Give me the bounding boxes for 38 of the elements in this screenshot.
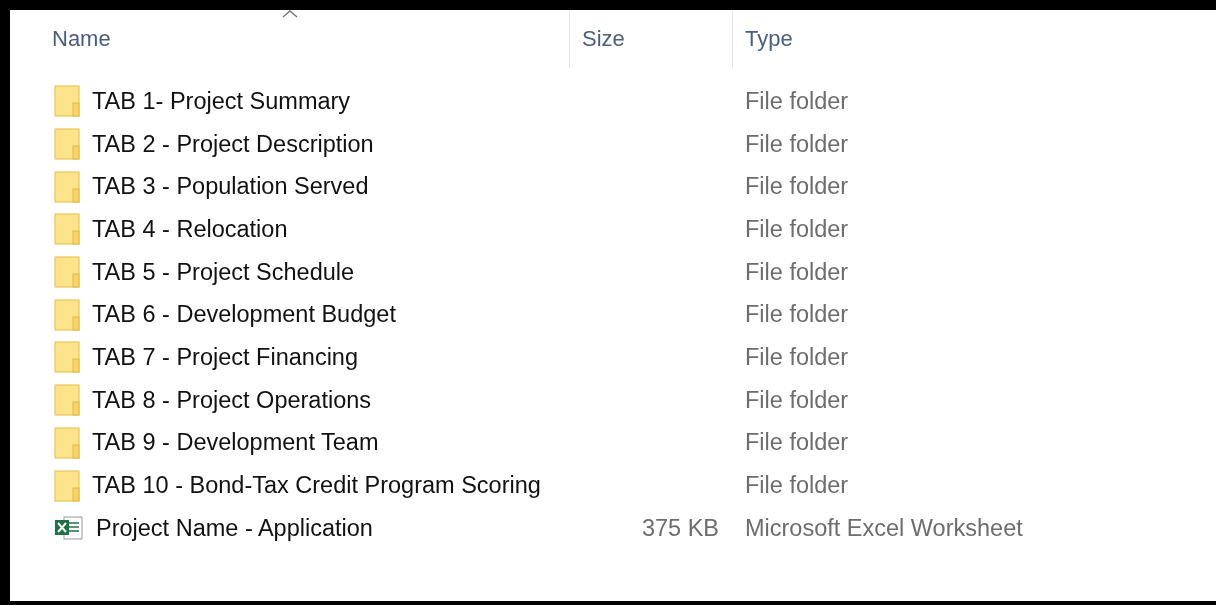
file-name[interactable]: Project Name - Application — [96, 514, 373, 542]
sort-caret-icon — [281, 10, 298, 18]
file-name[interactable]: TAB 7 - Project Financing — [92, 343, 358, 371]
file-type: File folder — [745, 215, 849, 242]
file-name[interactable]: TAB 9 - Development Team — [92, 429, 379, 457]
file-type: File folder — [745, 258, 849, 285]
file-type: File folder — [745, 429, 849, 456]
spreadsheet-icon — [54, 515, 84, 542]
folder-icon — [54, 469, 80, 502]
column-header[interactable]: Type — [733, 10, 1033, 68]
file-type: File folder — [745, 301, 849, 328]
folder-icon — [54, 384, 80, 417]
file-name[interactable]: TAB 2 - Project Description — [92, 130, 374, 158]
folder-icon — [54, 128, 80, 161]
file-name[interactable]: TAB 8 - Project Operations — [92, 386, 372, 414]
folder-icon — [54, 426, 80, 459]
file-size: 375 KB — [641, 514, 719, 541]
folder-icon — [54, 341, 80, 374]
file-name[interactable]: TAB 3 - Population Served — [92, 173, 369, 201]
folder-icon — [54, 213, 80, 246]
folder-icon — [54, 170, 80, 203]
file-type: File folder — [745, 173, 849, 200]
file-type: File folder — [745, 343, 849, 370]
file-type: File folder — [745, 472, 849, 499]
folder-icon — [54, 256, 80, 289]
folder-icon — [54, 85, 80, 118]
column-header[interactable]: Name — [10, 10, 570, 68]
folder-icon — [54, 298, 80, 331]
file-name[interactable]: TAB 10 - Bond-Tax Credit Program Scoring — [92, 472, 541, 500]
file-type: File folder — [745, 386, 849, 413]
file-type: Microsoft Excel Worksheet — [745, 514, 1023, 541]
file-type: File folder — [745, 130, 849, 157]
file-name[interactable]: TAB 5 - Project Schedule — [92, 258, 355, 286]
file-name[interactable]: TAB 1- Project Summary — [92, 87, 351, 115]
column-header[interactable]: Size — [570, 10, 733, 68]
file-name[interactable]: TAB 4 - Relocation — [92, 215, 288, 243]
file-type: File folder — [745, 87, 849, 114]
file-name[interactable]: TAB 6 - Development Budget — [92, 301, 396, 329]
